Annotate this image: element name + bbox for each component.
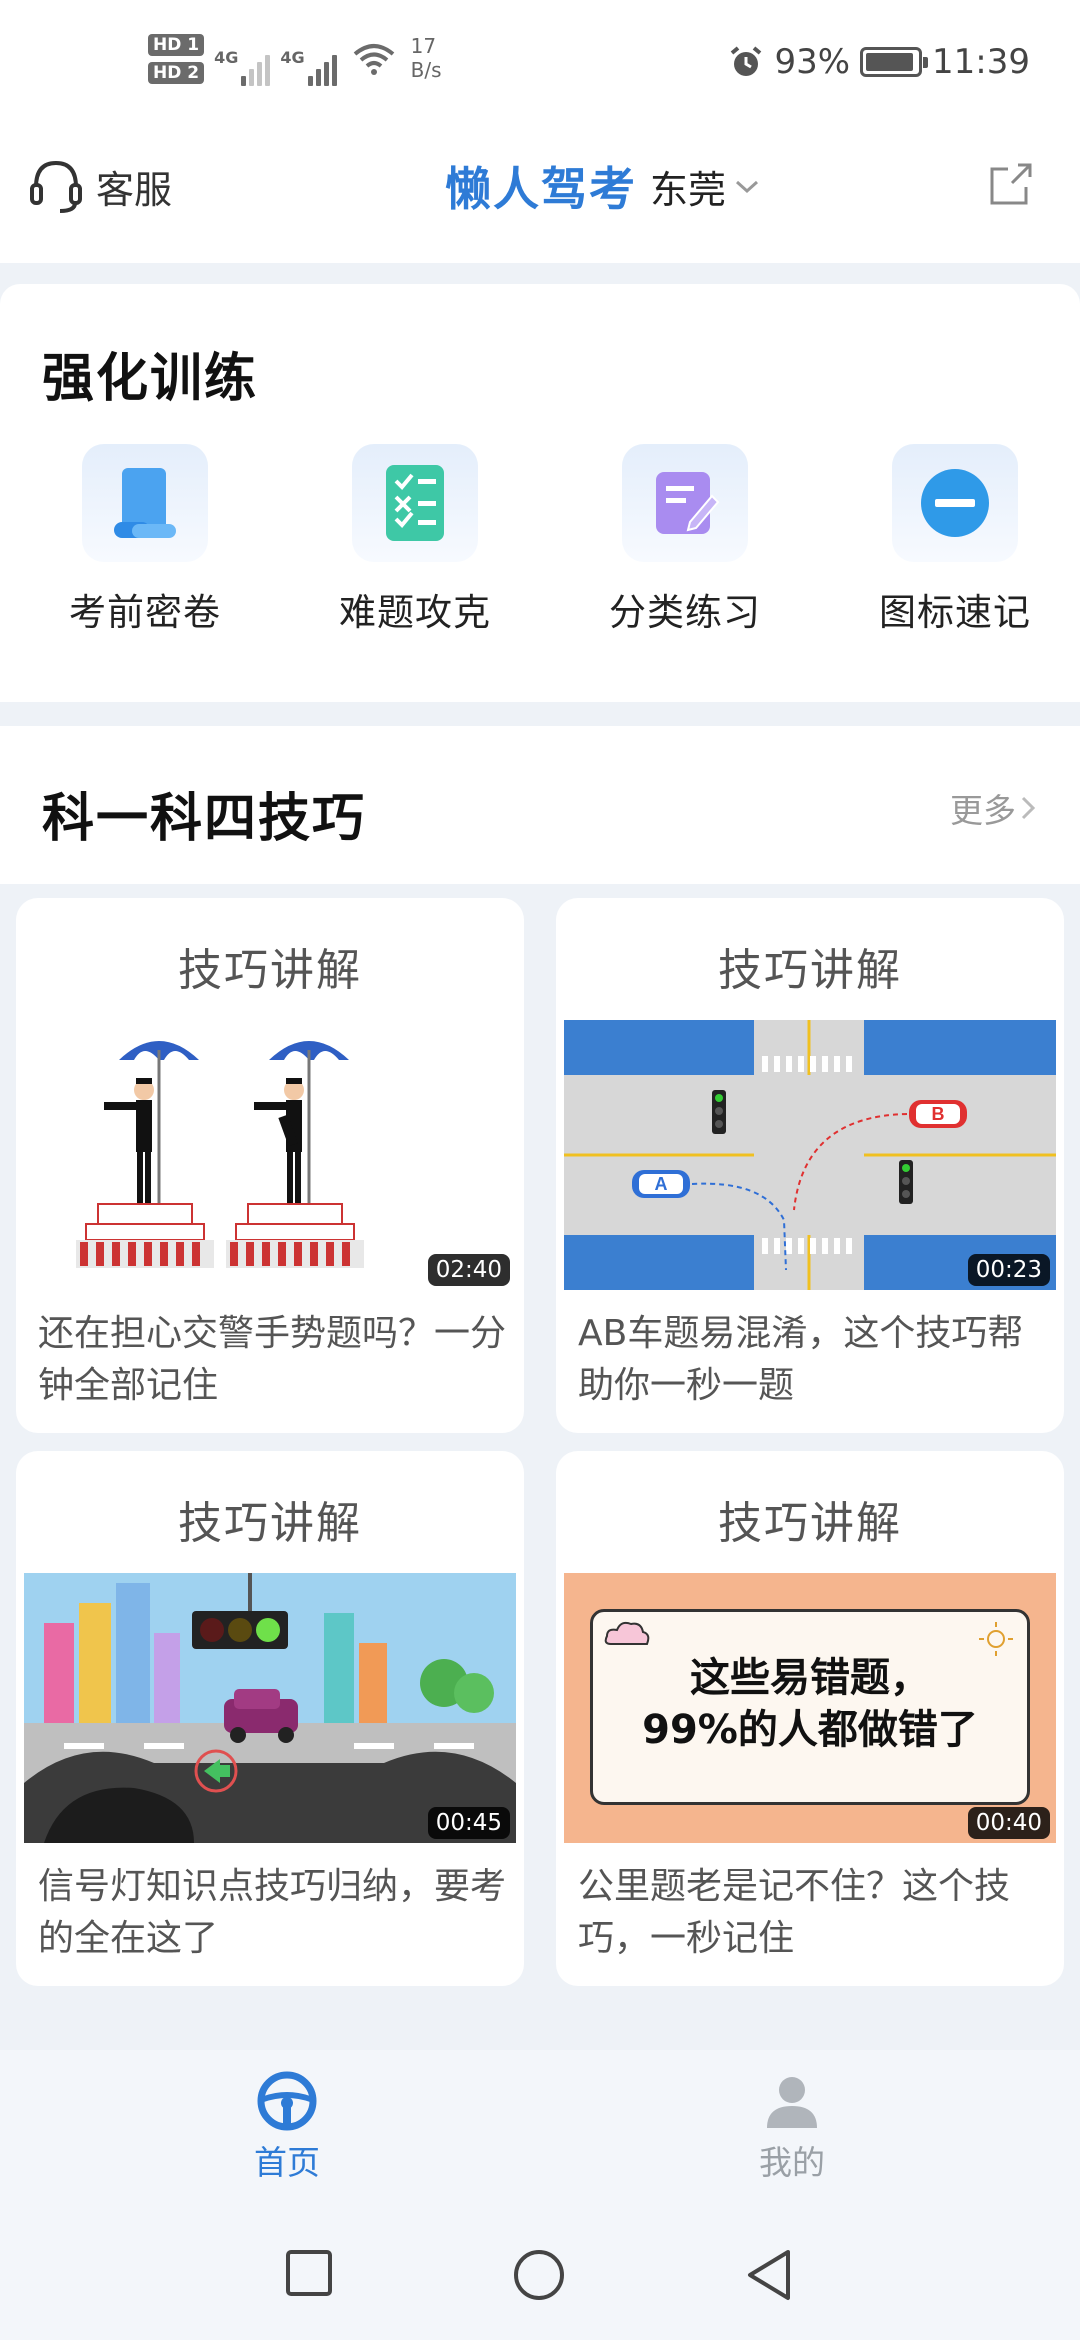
car-a-label: A xyxy=(655,1174,668,1194)
status-bar: HD 1 HD 2 4G 4G 17 B/s 93% 11:39 xyxy=(0,0,1080,135)
sim1-network-label: 4G xyxy=(214,48,239,67)
steering-wheel-icon xyxy=(257,2071,317,2131)
hd2-badge: HD 2 xyxy=(148,62,205,84)
car-b-label: B xyxy=(932,1104,945,1124)
training-item-label: 图标速记 xyxy=(879,591,1031,634)
training-item-label: 难题攻克 xyxy=(339,591,491,634)
poster-line-1: 这些易错题， xyxy=(690,1655,930,1701)
training-item-category-practice[interactable]: 分类练习 xyxy=(560,444,810,636)
video-duration: 00:40 xyxy=(967,1807,1050,1839)
customer-service-label: 客服 xyxy=(96,167,173,212)
video-card[interactable]: 技巧讲解 xyxy=(16,1451,524,1986)
scroll-icon xyxy=(82,444,208,562)
more-link[interactable]: 更多 xyxy=(950,784,1036,832)
traffic-police-thumbnail: 02:40 xyxy=(24,1020,516,1290)
back-triangle-icon[interactable] xyxy=(744,2248,794,2302)
video-description: AB车题易混淆，这个技巧帮助你一秒一题 xyxy=(578,1313,1024,1406)
training-item-hard-questions[interactable]: 难题攻克 xyxy=(290,444,540,636)
traffic-light-thumbnail: 00:45 xyxy=(24,1573,516,1843)
video-duration: 02:40 xyxy=(427,1254,510,1286)
training-item-label: 分类练习 xyxy=(609,591,761,634)
more-label: 更多 xyxy=(950,791,1016,830)
video-tag: 技巧讲解 xyxy=(718,1498,902,1549)
tips-title: 科一科四技巧 xyxy=(42,789,367,849)
clock: 11:39 xyxy=(932,42,1030,82)
signal-sim1-icon: 4G xyxy=(214,40,271,86)
cloud-icon xyxy=(604,1621,650,1645)
net-speed-value: 17 xyxy=(410,34,437,58)
training-section: 强化训练 考前密卷 难题攻克 分类练习 图标速记 xyxy=(0,284,1080,702)
network-speed: 17 B/s xyxy=(411,34,442,82)
checklist-icon xyxy=(352,444,478,562)
net-speed-unit: B/s xyxy=(410,58,442,82)
chevron-right-icon xyxy=(1021,796,1036,820)
edit-note-icon xyxy=(622,444,748,562)
chevron-down-icon xyxy=(736,180,759,193)
video-grid: 技巧讲解 02:40 还在担心交警手势题吗？一分钟全部记住 技巧讲解 A B 0… xyxy=(16,898,1066,1986)
app-header: 客服 懒人驾考 东莞 xyxy=(0,135,1080,263)
battery-fill xyxy=(866,53,913,71)
app-title: 懒人驾考 xyxy=(445,162,637,216)
video-card[interactable]: 技巧讲解 xyxy=(556,898,1064,1433)
nav-home-label: 首页 xyxy=(254,2143,320,2182)
video-description: 还在担心交警手势题吗？一分钟全部记住 xyxy=(38,1313,507,1406)
intersection-thumbnail: A B 00:23 xyxy=(564,1020,1056,1290)
battery-percent: 93% xyxy=(774,42,851,82)
video-tag: 技巧讲解 xyxy=(718,945,902,996)
signal-sim2-icon: 4G xyxy=(280,40,337,86)
hd-indicators: HD 1 HD 2 xyxy=(148,34,205,84)
bottom-nav: 首页 我的 xyxy=(0,2050,1080,2220)
tips-section: 科一科四技巧 更多 xyxy=(0,726,1080,884)
city-label: 东莞 xyxy=(650,168,727,212)
video-tag: 技巧讲解 xyxy=(178,1498,362,1549)
share-icon[interactable] xyxy=(988,161,1034,207)
mistake-poster-thumbnail: 这些易错题， 99%的人都做错了 00:40 xyxy=(564,1573,1056,1843)
status-left: HD 1 HD 2 4G 4G 17 B/s xyxy=(148,34,442,86)
system-nav-bar xyxy=(0,2220,1080,2340)
poster-card: 这些易错题， 99%的人都做错了 xyxy=(590,1609,1030,1805)
poster-line-2: 99%的人都做错了 xyxy=(642,1707,978,1753)
video-description: 公里题老是记不住？这个技巧，一秒记住 xyxy=(578,1866,1011,1959)
status-right: 93% 11:39 xyxy=(728,42,1030,82)
training-item-sign-memory[interactable]: 图标速记 xyxy=(830,444,1080,636)
video-duration: 00:23 xyxy=(967,1254,1050,1286)
nav-mine[interactable]: 我的 xyxy=(712,2070,872,2184)
wifi-icon xyxy=(353,44,394,75)
customer-service-button[interactable]: 客服 xyxy=(28,157,172,215)
recent-apps-icon[interactable] xyxy=(284,2248,334,2298)
video-card[interactable]: 技巧讲解 xyxy=(16,898,524,1433)
video-description: 信号灯知识点技巧归纳，要考的全在这了 xyxy=(38,1866,507,1959)
headset-icon xyxy=(30,160,82,213)
no-entry-sign-icon xyxy=(892,444,1018,562)
battery-icon xyxy=(860,47,929,77)
home-circle-icon[interactable] xyxy=(512,2248,566,2302)
nav-mine-label: 我的 xyxy=(759,2143,825,2182)
user-icon xyxy=(767,2077,817,2128)
hd1-badge: HD 1 xyxy=(148,34,205,56)
video-card[interactable]: 技巧讲解 这些易错题， 99%的人都做错了 00:40 公里题老是记不住？这个技… xyxy=(556,1451,1064,1986)
video-tag: 技巧讲解 xyxy=(178,945,362,996)
training-items: 考前密卷 难题攻克 分类练习 图标速记 xyxy=(0,444,1080,636)
training-title: 强化训练 xyxy=(42,349,259,409)
training-item-label: 考前密卷 xyxy=(69,591,221,634)
alarm-icon xyxy=(731,46,762,76)
training-item-exam-papers[interactable]: 考前密卷 xyxy=(20,444,270,636)
video-duration: 00:45 xyxy=(427,1807,510,1839)
sim2-network-label: 4G xyxy=(280,48,305,67)
nav-home[interactable]: 首页 xyxy=(207,2070,367,2184)
city-selector[interactable]: 东莞 xyxy=(650,159,760,214)
